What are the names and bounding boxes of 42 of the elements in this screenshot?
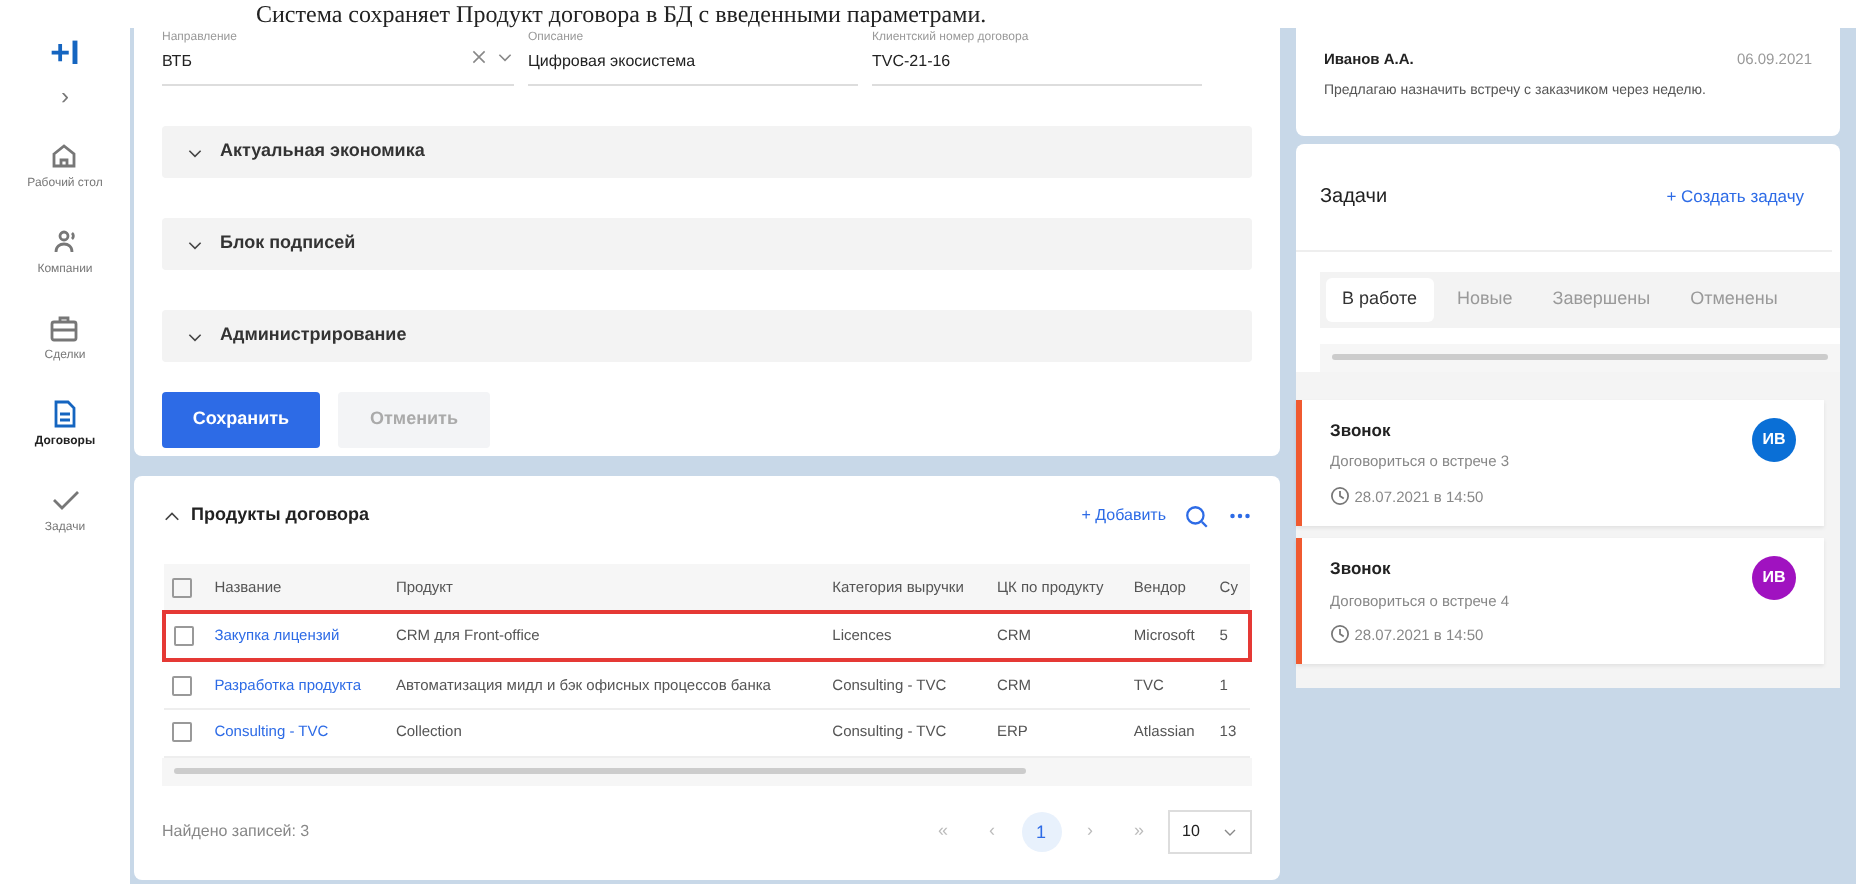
add-link[interactable]: + Добавить — [1081, 504, 1166, 528]
task-tab[interactable]: В работе — [1326, 278, 1434, 321]
row-checkbox[interactable] — [172, 722, 192, 743]
page-size-select[interactable]: 10 — [1168, 809, 1252, 853]
products-title: Продукты договора — [191, 502, 370, 529]
task-title: Звонок — [1330, 417, 1393, 443]
people-icon — [49, 226, 81, 258]
avatar: ИВ — [1752, 417, 1796, 461]
tabs-scrollbar[interactable] — [1320, 343, 1840, 371]
home-icon — [48, 140, 81, 172]
section-title: Администрирование — [220, 322, 407, 349]
task-tab[interactable]: Новые — [1441, 278, 1529, 321]
task-tab[interactable]: Завершены — [1536, 278, 1667, 321]
accordion-header[interactable]: Администрирование — [162, 310, 1252, 362]
field-value: Цифровая экосистема — [528, 50, 696, 74]
clock-icon — [1330, 624, 1350, 645]
section-title: Актуальная экономика — [220, 138, 425, 165]
task-title: Звонок — [1330, 555, 1393, 581]
accordion-header[interactable]: Актуальная экономика — [162, 126, 1252, 178]
save-button[interactable]: Сохранить — [162, 392, 320, 448]
task-tab[interactable]: Отменены — [1674, 278, 1794, 321]
caption-text: Система сохраняет Продукт договора в БД с введенными параметрами. — [254, 0, 989, 28]
search-icon — [1184, 503, 1210, 529]
select-all-checkbox[interactable] — [172, 577, 192, 598]
section-title: Блок подписей — [220, 230, 356, 257]
field-value: TVC-21-16 — [872, 50, 951, 74]
row-checkbox[interactable] — [174, 626, 194, 647]
clock-icon — [1330, 486, 1350, 507]
create-task-link[interactable]: + Создать задачу — [1666, 184, 1804, 210]
briefcase-icon — [48, 312, 81, 344]
field-value: ВТБ — [162, 50, 192, 74]
clear-icon — [469, 48, 487, 66]
page-button[interactable]: 1 — [1021, 811, 1061, 851]
accordion-header[interactable]: Блок подписей — [162, 218, 1252, 270]
records-count: Найдено записей: 3 — [162, 819, 310, 843]
avatar: ИВ — [1752, 555, 1796, 600]
collapse-toggle[interactable]: Продукты договора — [162, 502, 370, 530]
expand-chevron[interactable]: › — [61, 84, 69, 108]
tasks-title: Задачи — [1320, 184, 1388, 212]
logo-text: +I — [50, 36, 80, 72]
row-checkbox[interactable] — [172, 675, 192, 696]
horizontal-scrollbar[interactable] — [162, 757, 1252, 785]
